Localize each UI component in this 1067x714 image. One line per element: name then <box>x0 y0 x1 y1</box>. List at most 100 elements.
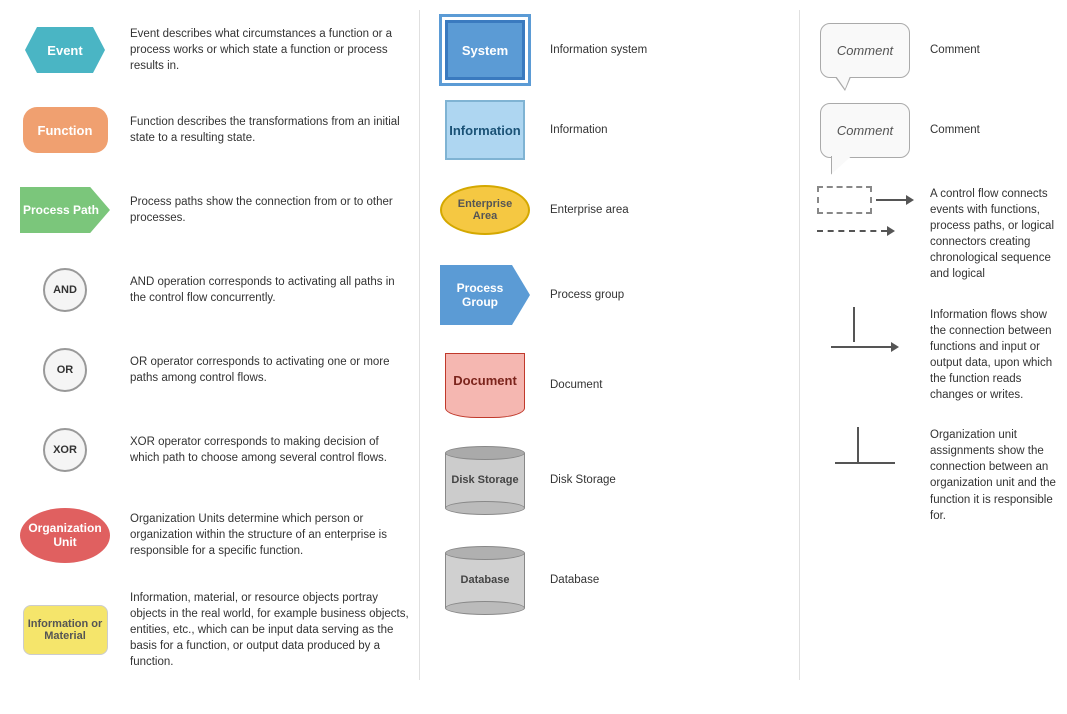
control-flow-rect-arrow <box>817 186 914 214</box>
disk-storage-shape: Disk Storage <box>445 446 525 515</box>
process-group-shape-area: Process Group <box>430 265 540 325</box>
or-row: OR OR operator corresponds to activating… <box>0 330 419 410</box>
document-wave <box>445 408 525 418</box>
enterprise-area-label: Enterprise Area <box>446 198 524 222</box>
control-flow-arrow-line <box>876 199 906 201</box>
disk-storage-shape-area: Disk Storage <box>430 446 540 515</box>
org-unit-shape-area: Organization Unit <box>10 508 120 563</box>
org-flow-horiz <box>835 462 895 464</box>
control-flow-row: A control flow connects events with func… <box>800 170 1067 291</box>
function-label: Function <box>38 123 93 138</box>
disk-storage-label: Disk Storage <box>451 474 518 486</box>
enterprise-area-shape: Enterprise Area <box>440 185 530 235</box>
information-shape-area: Information <box>430 100 540 160</box>
enterprise-area-description: Enterprise area <box>540 202 789 218</box>
system-description: Information system <box>540 42 789 58</box>
database-shape-area: Database <box>430 546 540 615</box>
document-shape-wrapper: Document <box>445 353 525 418</box>
information-row: Information Information <box>420 90 799 170</box>
org-flow-l <box>835 427 895 464</box>
document-shape-area: Document <box>430 353 540 418</box>
process-group-description: Process group <box>540 287 789 303</box>
or-shape: OR <box>43 348 87 392</box>
control-flow-arrow <box>876 195 914 205</box>
info-flow-vert-line <box>853 307 855 342</box>
or-label: OR <box>57 364 74 376</box>
process-path-shape: Process Path <box>20 187 110 233</box>
comment1-description: Comment <box>920 42 1057 58</box>
db-top <box>445 546 525 560</box>
xor-row: XOR XOR operator corresponds to making d… <box>0 410 419 490</box>
comment1-row: Comment Comment <box>800 10 1067 90</box>
org-flow-shape-area <box>810 427 920 464</box>
enterprise-area-row: Enterprise Area Enterprise area <box>420 170 799 250</box>
control-flow-shape-area <box>810 186 920 236</box>
info-flow-arrow-head <box>891 342 899 352</box>
function-shape-area: Function <box>10 107 120 153</box>
db-body: Database <box>445 553 525 608</box>
event-shape-area: Event <box>10 27 120 73</box>
and-shape-area: AND <box>10 268 120 312</box>
or-shape-area: OR <box>10 348 120 392</box>
info-material-shape-area: Information or Material <box>10 605 120 655</box>
comment1-shape: Comment <box>820 23 910 78</box>
disk-storage-description: Disk Storage <box>540 472 789 488</box>
comment2-description: Comment <box>920 122 1057 138</box>
database-label: Database <box>461 574 510 586</box>
info-material-label: Information or Material <box>28 618 103 642</box>
column-2: System Information system Information In… <box>420 10 800 680</box>
process-path-row: Process Path Process paths show the conn… <box>0 170 419 250</box>
system-row: System Information system <box>420 10 799 90</box>
disk-top <box>445 446 525 460</box>
org-unit-row: Organization Unit Organization Units det… <box>0 490 419 580</box>
system-shape-area: System <box>430 20 540 80</box>
document-row: Document Document <box>420 340 799 430</box>
db-bottom <box>445 601 525 615</box>
comment2-shape: Comment <box>820 103 910 158</box>
and-description: AND operation corresponds to activating … <box>120 274 409 306</box>
document-label: Document <box>453 373 517 388</box>
org-unit-label: Organization Unit <box>24 521 106 549</box>
enterprise-area-shape-area: Enterprise Area <box>430 185 540 235</box>
process-group-label: Process Group <box>440 281 520 309</box>
event-description: Event describes what circumstances a fun… <box>120 26 409 74</box>
information-label: Information <box>449 123 521 138</box>
control-flow-dashed-arrow-head <box>887 226 895 236</box>
org-flow-shape <box>835 427 895 464</box>
process-path-label: Process Path <box>23 203 99 217</box>
info-flow-horiz <box>831 342 899 352</box>
comment2-shape-area: Comment <box>810 103 920 158</box>
process-group-shape: Process Group <box>440 265 530 325</box>
process-path-description: Process paths show the connection from o… <box>120 194 409 226</box>
org-flow-vert-line <box>857 427 859 462</box>
control-flow-dashed-rect <box>817 186 872 214</box>
info-flow-shape-area <box>810 307 920 352</box>
information-shape: Information <box>445 100 525 160</box>
column-3: Comment Comment Comment Comment <box>800 10 1067 680</box>
info-material-row: Information or Material Information, mat… <box>0 580 419 680</box>
database-description: Database <box>540 572 789 588</box>
info-material-shape: Information or Material <box>23 605 108 655</box>
disk-storage-row: Disk Storage Disk Storage <box>420 430 799 530</box>
info-flow-row: Information flows show the connection be… <box>800 291 1067 412</box>
event-row: Event Event describes what circumstances… <box>0 10 419 90</box>
system-shape: System <box>445 20 525 80</box>
control-flow-description: A control flow connects events with func… <box>920 186 1057 283</box>
info-flow-horiz-line <box>831 346 891 348</box>
comment2-row: Comment Comment <box>800 90 1067 170</box>
function-shape: Function <box>23 107 108 153</box>
and-shape: AND <box>43 268 87 312</box>
info-flow-description: Information flows show the connection be… <box>920 307 1057 404</box>
column-1: Event Event describes what circumstances… <box>0 10 420 680</box>
org-unit-shape: Organization Unit <box>20 508 110 563</box>
control-flow-arrow-head <box>906 195 914 205</box>
info-material-description: Information, material, or resource objec… <box>120 590 409 670</box>
and-label: AND <box>53 284 77 296</box>
document-description: Document <box>540 377 789 393</box>
comment1-label: Comment <box>837 43 893 58</box>
process-path-shape-area: Process Path <box>10 187 120 233</box>
and-row: AND AND operation corresponds to activat… <box>0 250 419 330</box>
control-flow-dashed-line-arrow <box>817 226 914 236</box>
control-flow-shape <box>817 186 914 236</box>
info-flow-shape <box>831 307 899 352</box>
